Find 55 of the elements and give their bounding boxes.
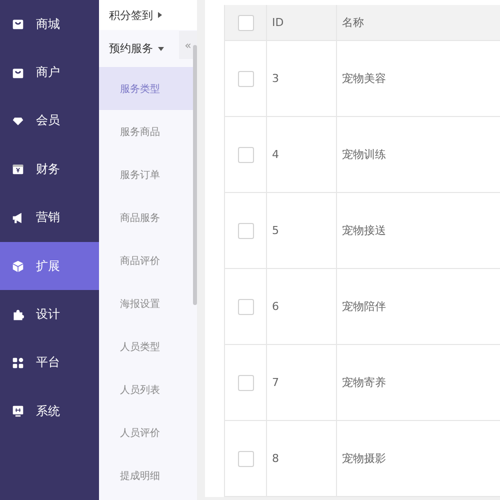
submenu-item[interactable]: 人员评价: [99, 411, 193, 454]
checkbox[interactable]: [238, 298, 254, 314]
checkbox[interactable]: [238, 14, 254, 30]
table-cell: 5: [267, 193, 337, 268]
table-cell-text: 宠物美容: [341, 71, 387, 87]
submenu-item[interactable]: 商品服务: [99, 196, 193, 239]
checkbox[interactable]: [238, 450, 254, 466]
puzzle-icon: [12, 308, 24, 321]
megaphone-icon: [12, 212, 24, 224]
table-cell-text: 宠物陪伴: [341, 299, 387, 315]
grid-icon: [12, 356, 24, 369]
submenu-item[interactable]: 提成明细: [99, 454, 193, 497]
column-header: ID: [267, 5, 337, 40]
bag-icon: [12, 18, 24, 30]
sidebar-item[interactable]: 扩展: [0, 242, 99, 290]
checkbox[interactable]: [238, 374, 254, 390]
table-cell-text: 宠物接送: [341, 223, 387, 239]
sidebar-item[interactable]: 商城: [0, 0, 99, 48]
submenu-item[interactable]: 商品评价: [99, 239, 193, 282]
sidebar-item[interactable]: 设计: [0, 290, 99, 339]
table-cell: 8: [267, 421, 337, 496]
cube-icon: [12, 260, 24, 272]
submenu-item[interactable]: 服务订单: [99, 153, 193, 196]
diamond-icon: [12, 114, 24, 127]
checkbox[interactable]: [238, 70, 254, 86]
submenu-item[interactable]: 海报设置: [99, 282, 193, 325]
sidebar-item[interactable]: 财务: [0, 145, 99, 194]
table-cell: 7: [267, 345, 337, 420]
wallet-icon: [12, 163, 24, 176]
checkbox[interactable]: [238, 222, 254, 238]
collapse-button[interactable]: «: [179, 31, 197, 59]
submenu-item[interactable]: 服务类型: [99, 67, 193, 110]
submenu-item[interactable]: 人员类型: [99, 325, 193, 368]
scrollbar[interactable]: [193, 45, 197, 305]
menu-group[interactable]: 预约服务: [99, 30, 179, 67]
bag-icon: [12, 66, 24, 79]
table-cell: 6: [267, 269, 337, 344]
column-header: 名称: [341, 15, 365, 31]
sidebar-item[interactable]: 平台: [0, 338, 99, 388]
checkbox[interactable]: [238, 146, 254, 162]
caret-icon: [158, 12, 162, 18]
table-cell: 3: [267, 41, 337, 116]
monitor-icon: [12, 405, 24, 418]
sidebar-item[interactable]: 系统: [0, 387, 99, 436]
caret-icon: [158, 46, 164, 50]
table-cell: 4: [267, 117, 337, 192]
table-cell-text: 宠物训练: [341, 147, 387, 163]
table-cell-text: 宠物寄养: [341, 375, 387, 391]
table-cell-text: 宠物摄影: [341, 451, 387, 467]
sidebar-item[interactable]: 商户: [0, 48, 99, 97]
submenu-item[interactable]: 服务商品: [99, 110, 193, 153]
submenu-item[interactable]: 人员列表: [99, 368, 193, 411]
sidebar-item[interactable]: 会员: [0, 96, 99, 146]
sidebar-item[interactable]: 营销: [0, 194, 99, 242]
menu-group[interactable]: 积分签到: [99, 0, 197, 30]
